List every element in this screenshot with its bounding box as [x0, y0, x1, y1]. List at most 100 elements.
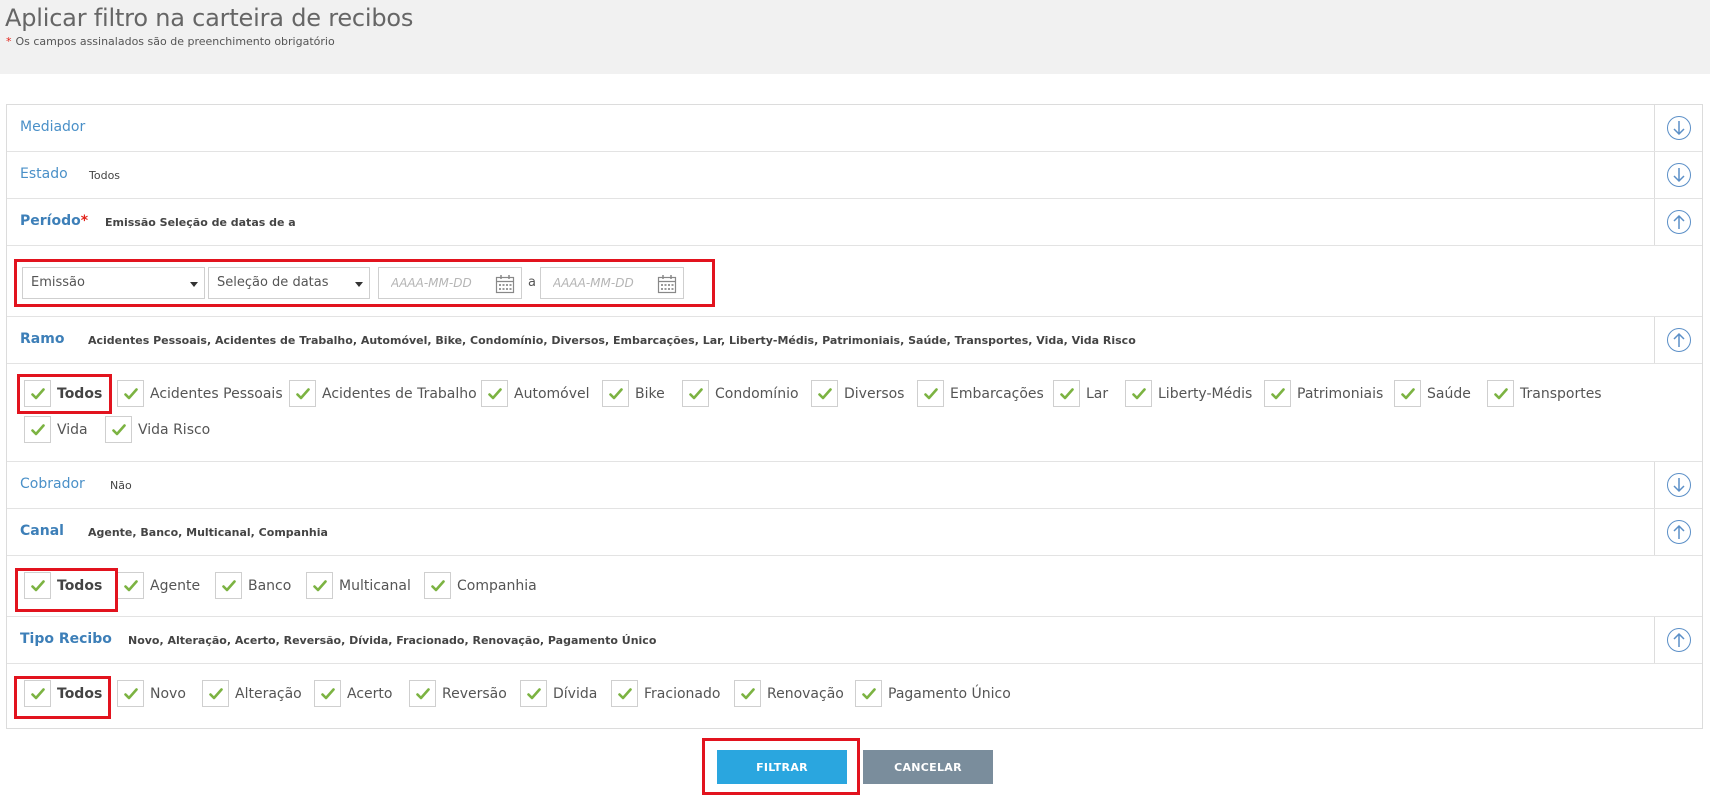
- ramo-option-14[interactable]: Vida Risco: [105, 416, 210, 443]
- tipo-recibo-option-2[interactable]: Alteração: [202, 680, 302, 707]
- cancel-button[interactable]: CANCELAR: [863, 750, 993, 784]
- ramo-option-3[interactable]: Automóvel: [481, 380, 590, 407]
- ramo-option-0[interactable]: Todos: [24, 380, 102, 407]
- checkbox[interactable]: [682, 380, 709, 407]
- checkbox[interactable]: [602, 380, 629, 407]
- estado-row[interactable]: Estado Todos: [7, 152, 1702, 199]
- canal-option-1[interactable]: Agente: [117, 572, 200, 599]
- page-title: Aplicar filtro na carteira de recibos: [5, 4, 414, 32]
- check-icon: [1059, 387, 1074, 400]
- canal-toggle[interactable]: [1654, 509, 1702, 555]
- periodo-type-select[interactable]: Emissão: [22, 267, 205, 299]
- ramo-option-13[interactable]: Vida: [24, 416, 88, 443]
- tipo-recibo-row[interactable]: Tipo Recibo Novo, Alteração, Acerto, Rev…: [7, 617, 1702, 664]
- periodo-body: Emissão Seleção de datas a: [7, 246, 1702, 317]
- check-icon: [295, 387, 310, 400]
- periodo-row[interactable]: Período* Emissão Seleção de datas de a: [7, 199, 1702, 246]
- checkbox[interactable]: [1487, 380, 1514, 407]
- ramo-option-5[interactable]: Condomínio: [682, 380, 799, 407]
- cobrador-row[interactable]: Cobrador Não: [7, 462, 1702, 509]
- canal-option-3[interactable]: Multicanal: [306, 572, 411, 599]
- checkbox[interactable]: [1053, 380, 1080, 407]
- checkbox[interactable]: [117, 380, 144, 407]
- ramo-option-10[interactable]: Patrimoniais: [1264, 380, 1383, 407]
- checkbox[interactable]: [24, 416, 51, 443]
- ramo-row[interactable]: Ramo Acidentes Pessoais, Acidentes de Tr…: [7, 317, 1702, 364]
- check-icon: [1493, 387, 1508, 400]
- ramo-option-12[interactable]: Transportes: [1487, 380, 1602, 407]
- checkbox[interactable]: [24, 572, 51, 599]
- calendar-icon[interactable]: [657, 274, 677, 294]
- ramo-option-6[interactable]: Diversos: [811, 380, 904, 407]
- ramo-option-2[interactable]: Acidentes de Trabalho: [289, 380, 477, 407]
- checkbox[interactable]: [117, 572, 144, 599]
- tipo-recibo-option-0[interactable]: Todos: [24, 680, 102, 707]
- checkbox-label: Reversão: [442, 685, 507, 702]
- checkbox[interactable]: [481, 380, 508, 407]
- check-icon: [526, 687, 541, 700]
- check-icon: [30, 387, 45, 400]
- tipo-recibo-option-8[interactable]: Pagamento Único: [855, 680, 1011, 707]
- ramo-option-1[interactable]: Acidentes Pessoais: [117, 380, 283, 407]
- ramo-option-8[interactable]: Lar: [1053, 380, 1108, 407]
- check-icon: [817, 387, 832, 400]
- checkbox[interactable]: [520, 680, 547, 707]
- ramo-option-7[interactable]: Embarcações: [917, 380, 1044, 407]
- tipo-recibo-option-5[interactable]: Dívida: [520, 680, 597, 707]
- checkbox[interactable]: [202, 680, 229, 707]
- periodo-toggle[interactable]: [1654, 199, 1702, 245]
- tipo-recibo-option-4[interactable]: Reversão: [409, 680, 507, 707]
- check-icon: [123, 687, 138, 700]
- filter-button[interactable]: FILTRAR: [717, 750, 847, 784]
- canal-row[interactable]: Canal Agente, Banco, Multicanal, Companh…: [7, 509, 1702, 556]
- ramo-toggle[interactable]: [1654, 317, 1702, 363]
- tipo-recibo-option-6[interactable]: Fracionado: [611, 680, 720, 707]
- required-star: *: [6, 35, 12, 48]
- cobrador-toggle[interactable]: [1654, 462, 1702, 508]
- estado-toggle[interactable]: [1654, 152, 1702, 198]
- check-icon: [861, 687, 876, 700]
- canal-option-2[interactable]: Banco: [215, 572, 291, 599]
- checkbox[interactable]: [215, 572, 242, 599]
- checkbox[interactable]: [1264, 380, 1291, 407]
- checkbox[interactable]: [611, 680, 638, 707]
- ramo-option-4[interactable]: Bike: [602, 380, 665, 407]
- canal-label: Canal: [20, 523, 64, 539]
- calendar-icon[interactable]: [495, 274, 515, 294]
- checkbox-label: Todos: [57, 577, 103, 594]
- tipo-recibo-option-7[interactable]: Renovação: [734, 680, 844, 707]
- canal-value: Agente, Banco, Multicanal, Companhia: [88, 526, 328, 539]
- date-to-field[interactable]: [540, 267, 684, 299]
- checkbox[interactable]: [24, 380, 51, 407]
- checkbox[interactable]: [306, 572, 333, 599]
- checkbox[interactable]: [24, 680, 51, 707]
- checkbox-label: Vida: [57, 421, 88, 438]
- ramo-value: Acidentes Pessoais, Acidentes de Trabalh…: [88, 334, 1136, 347]
- ramo-option-9[interactable]: Liberty-Médis: [1125, 380, 1252, 407]
- checkbox[interactable]: [1125, 380, 1152, 407]
- periodo-range-select[interactable]: Seleção de datas: [208, 267, 370, 299]
- checkbox[interactable]: [105, 416, 132, 443]
- checkbox[interactable]: [1394, 380, 1421, 407]
- checkbox[interactable]: [289, 380, 316, 407]
- cobrador-label: Cobrador: [20, 476, 85, 492]
- checkbox[interactable]: [734, 680, 761, 707]
- checkbox[interactable]: [855, 680, 882, 707]
- cobrador-value: Não: [110, 479, 132, 492]
- checkbox[interactable]: [424, 572, 451, 599]
- checkbox[interactable]: [117, 680, 144, 707]
- checkbox[interactable]: [811, 380, 838, 407]
- checkbox[interactable]: [409, 680, 436, 707]
- ramo-label: Ramo: [20, 331, 65, 347]
- tipo-recibo-option-3[interactable]: Acerto: [314, 680, 392, 707]
- mediador-toggle[interactable]: [1654, 105, 1702, 151]
- date-from-field[interactable]: [378, 267, 522, 299]
- canal-option-4[interactable]: Companhia: [424, 572, 537, 599]
- tipo-recibo-toggle[interactable]: [1654, 617, 1702, 663]
- tipo-recibo-option-1[interactable]: Novo: [117, 680, 186, 707]
- canal-option-0[interactable]: Todos: [24, 572, 102, 599]
- checkbox[interactable]: [314, 680, 341, 707]
- ramo-option-11[interactable]: Saúde: [1394, 380, 1471, 407]
- checkbox[interactable]: [917, 380, 944, 407]
- mediador-row[interactable]: Mediador: [7, 105, 1702, 152]
